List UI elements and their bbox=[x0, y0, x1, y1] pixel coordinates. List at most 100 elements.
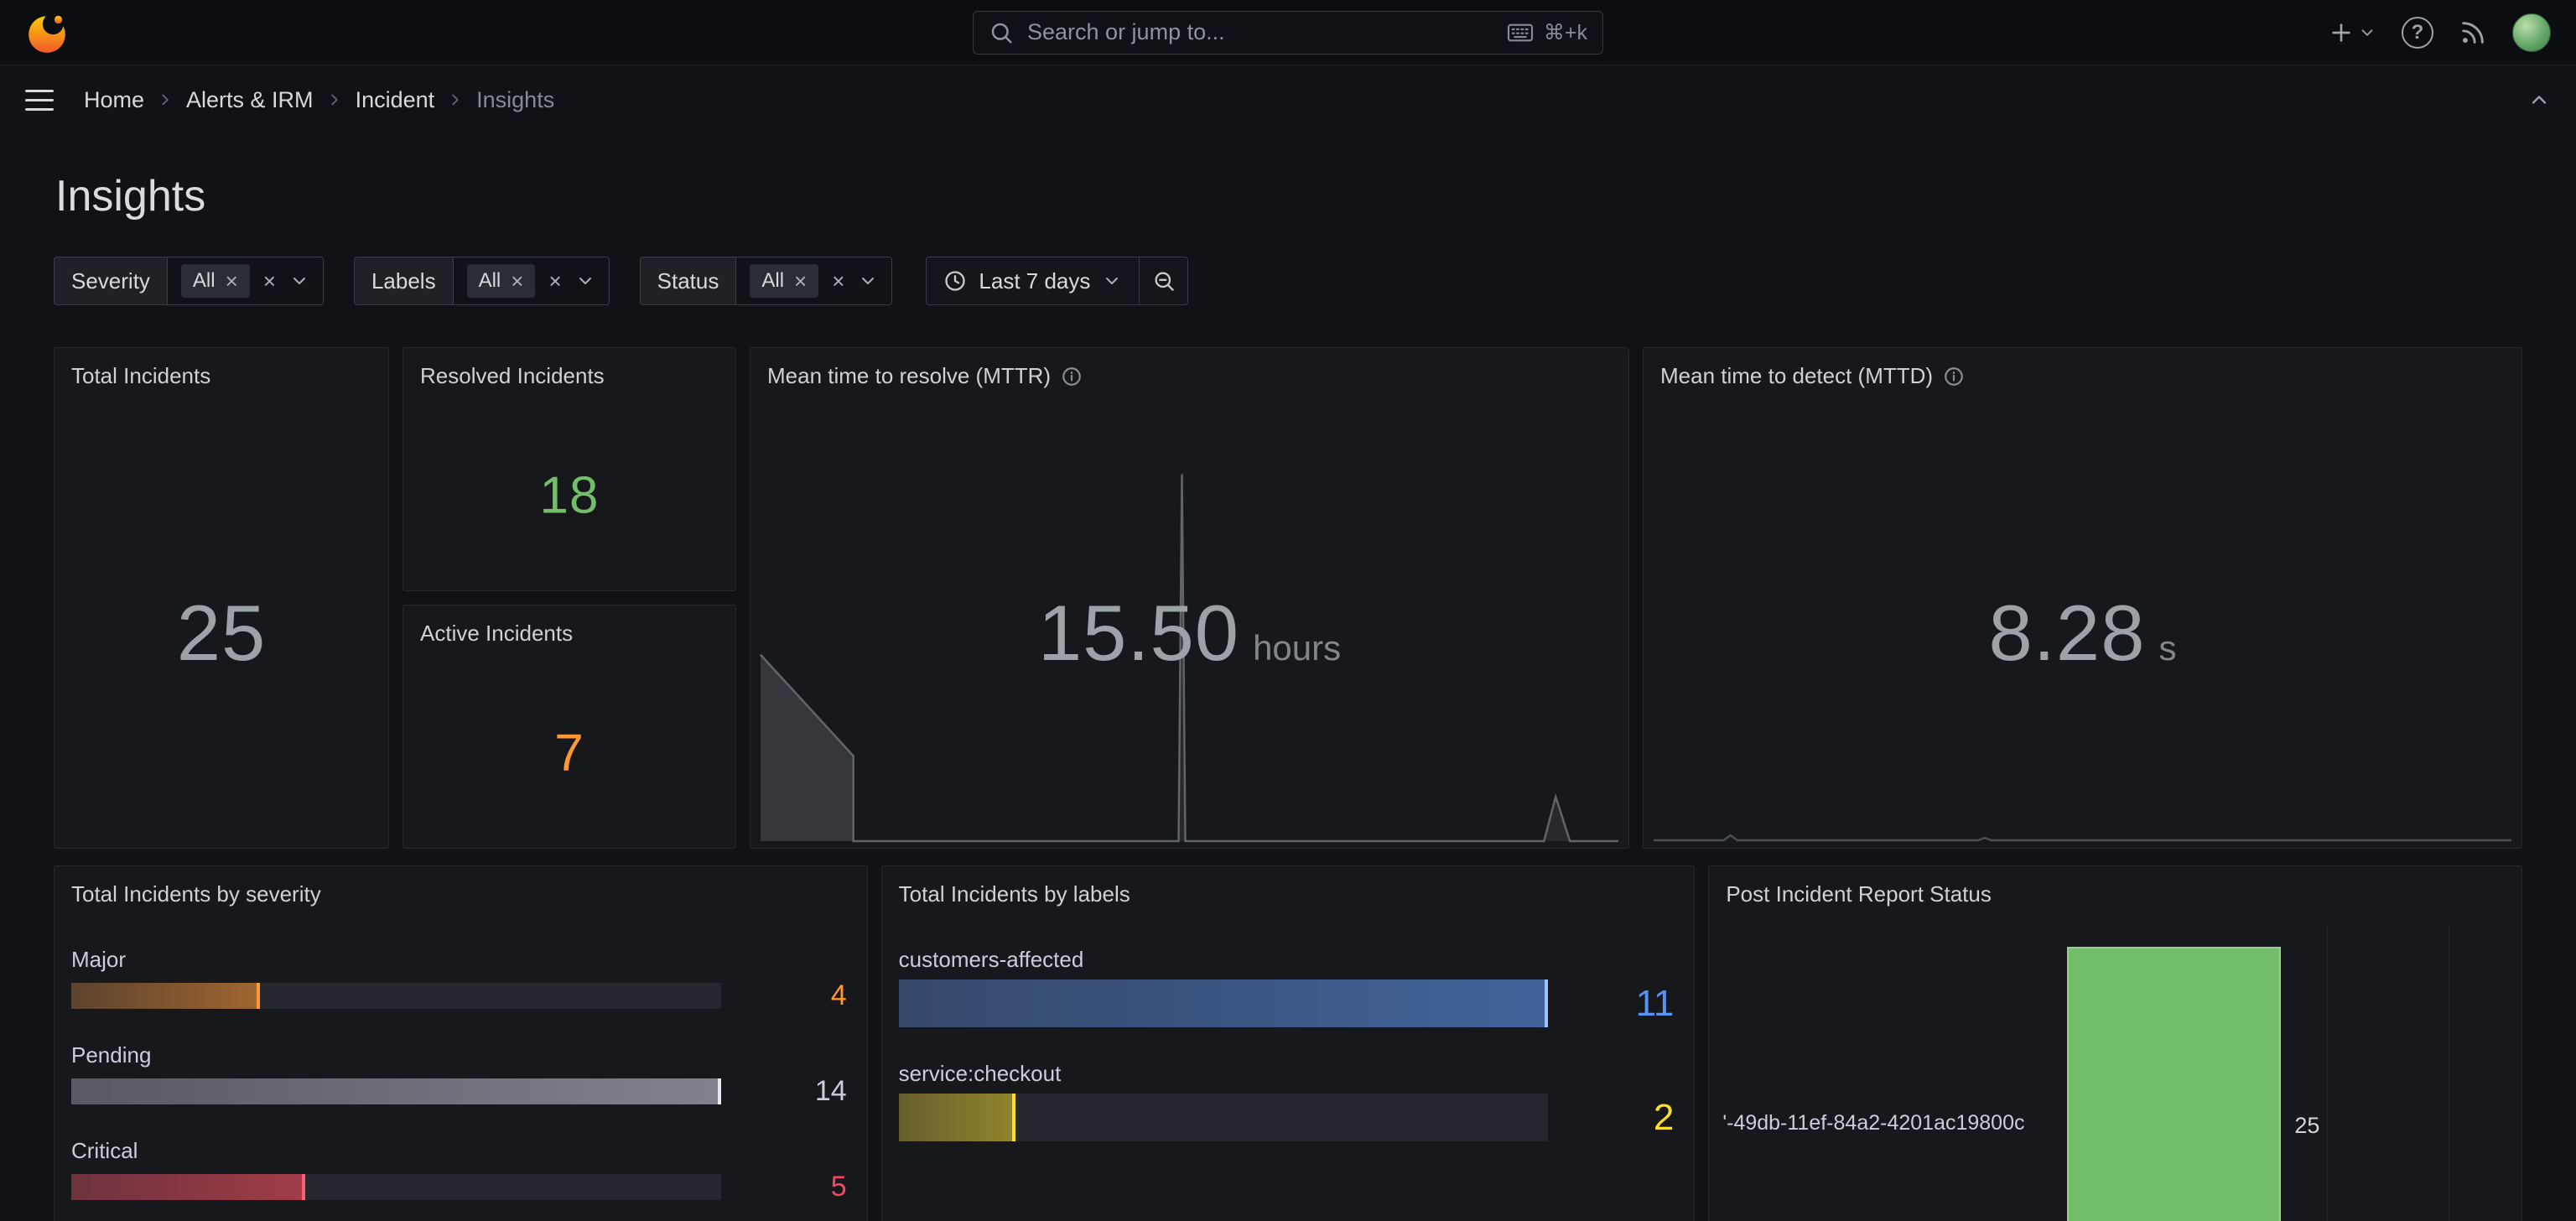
breadcrumb-alerts-irm[interactable]: Alerts & IRM bbox=[178, 87, 322, 113]
panel-title: Mean time to detect (MTTD) bbox=[1660, 363, 1933, 389]
gauge-label: customers-affected bbox=[899, 947, 1675, 972]
report-category-label: '-49db-11ef-84a2-4201ac19800c bbox=[1722, 1111, 2024, 1135]
filter-severity-label: Severity bbox=[54, 257, 168, 305]
breadcrumb-incident[interactable]: Incident bbox=[347, 87, 444, 113]
report-bar bbox=[2067, 947, 2281, 1221]
user-avatar[interactable] bbox=[2512, 13, 2551, 52]
new-button[interactable] bbox=[2328, 19, 2376, 46]
filter-labels-chip[interactable]: All × bbox=[467, 264, 536, 298]
report-bar-value: 25 bbox=[2294, 1113, 2319, 1139]
search-input[interactable]: Search or jump to... ⌘+k bbox=[973, 11, 1603, 55]
chevron-down-icon bbox=[2358, 23, 2376, 42]
filter-status: Status All × × bbox=[640, 257, 893, 305]
panel-active-incidents: Active Incidents 7 bbox=[402, 605, 736, 849]
gauge-fill bbox=[71, 983, 260, 1009]
chevron-down-icon[interactable] bbox=[575, 271, 595, 291]
stat-mttd-unit: s bbox=[2158, 628, 2176, 668]
search-shortcut: ⌘+k bbox=[1507, 19, 1587, 46]
filter-status-label: Status bbox=[640, 257, 737, 305]
help-button[interactable]: ? bbox=[2402, 17, 2433, 49]
panel-title: Total Incidents by labels bbox=[899, 881, 1130, 907]
close-icon[interactable]: × bbox=[511, 270, 523, 292]
filter-severity-value[interactable]: All × × bbox=[168, 257, 324, 305]
gauge-row-major: Major 4 bbox=[71, 947, 847, 1012]
panel-title: Resolved Incidents bbox=[420, 363, 605, 389]
gauge-value: 2 bbox=[1548, 1097, 1674, 1139]
search-placeholder: Search or jump to... bbox=[1027, 19, 1493, 45]
chevron-right-icon bbox=[446, 91, 465, 109]
gauge-value: 4 bbox=[721, 979, 847, 1012]
severity-gauge-list: Major 4 Pending 14 bbox=[71, 947, 847, 1221]
gauge-track bbox=[899, 1094, 1549, 1141]
filter-status-value[interactable]: All × × bbox=[736, 257, 892, 305]
gauge-track bbox=[71, 1078, 721, 1104]
topbar-actions: ? bbox=[2328, 13, 2551, 52]
close-icon[interactable]: × bbox=[794, 270, 807, 292]
panel-title: Post Incident Report Status bbox=[1726, 881, 1992, 907]
chevron-down-icon[interactable] bbox=[858, 271, 878, 291]
panel-title: Total Incidents bbox=[71, 363, 210, 389]
gauge-fill bbox=[71, 1078, 721, 1104]
news-rss-button[interactable] bbox=[2459, 18, 2487, 47]
gridline bbox=[2327, 925, 2328, 1221]
zoom-out-button[interactable] bbox=[1140, 257, 1188, 305]
grafana-logo[interactable] bbox=[25, 11, 69, 55]
stat-mttr-unit: hours bbox=[1253, 628, 1341, 668]
zoom-out-icon bbox=[1152, 269, 1176, 293]
gauge-value: 11 bbox=[1548, 983, 1674, 1025]
gauge-value: 5 bbox=[721, 1171, 847, 1203]
panel-title: Mean time to resolve (MTTR) bbox=[767, 363, 1051, 389]
time-range-button[interactable]: Last 7 days bbox=[926, 257, 1140, 305]
gauge-label: Pending bbox=[71, 1042, 847, 1068]
panel-title: Total Incidents by severity bbox=[71, 881, 321, 907]
gauge-label: service:checkout bbox=[899, 1061, 1675, 1086]
gauge-row-service-checkout: service:checkout 2 bbox=[899, 1061, 1675, 1141]
dashboard-content: Insights Severity All × × Labels All × × bbox=[0, 171, 2576, 1221]
gauge-label: Major bbox=[71, 947, 847, 972]
filter-severity: Severity All × × bbox=[54, 257, 324, 305]
filter-labels: Labels All × × bbox=[354, 257, 610, 305]
info-icon[interactable] bbox=[1943, 366, 1965, 387]
panel-incidents-by-labels: Total Incidents by labels customers-affe… bbox=[881, 865, 1696, 1221]
panel-post-incident-report-status: Post Incident Report Status '-49db-11ef-… bbox=[1708, 865, 2522, 1221]
panel-title: Active Incidents bbox=[420, 621, 573, 647]
breadcrumb-home[interactable]: Home bbox=[75, 87, 153, 113]
filter-labels-value[interactable]: All × × bbox=[454, 257, 610, 305]
filter-row: Severity All × × Labels All × × bbox=[54, 257, 2522, 305]
breadcrumb-bar: Home Alerts & IRM Incident Insights bbox=[0, 65, 2576, 134]
chevron-up-icon[interactable] bbox=[2527, 88, 2551, 112]
stat-mttd-value: 8.28 bbox=[1989, 588, 2146, 678]
page-title: Insights bbox=[55, 171, 2522, 221]
gauge-fill bbox=[899, 1094, 1015, 1141]
gauge-track bbox=[899, 979, 1549, 1027]
filter-severity-chip[interactable]: All × bbox=[181, 264, 250, 298]
panel-mttr: Mean time to resolve (MTTR) 15.50 hours bbox=[750, 347, 1629, 849]
chevron-down-icon[interactable] bbox=[289, 271, 309, 291]
close-icon[interactable]: × bbox=[226, 270, 238, 292]
labels-gauge-list: customers-affected 11 service:checkout bbox=[899, 947, 1675, 1175]
filter-labels-label: Labels bbox=[354, 257, 454, 305]
chevron-right-icon bbox=[325, 91, 344, 109]
panel-total-incidents: Total Incidents 25 bbox=[54, 347, 389, 849]
gauge-row-customers-affected: customers-affected 11 bbox=[899, 947, 1675, 1027]
keyboard-icon bbox=[1507, 19, 1534, 46]
menu-toggle[interactable] bbox=[25, 90, 54, 111]
stat-active-incidents: 7 bbox=[554, 724, 584, 783]
clear-icon[interactable]: × bbox=[263, 270, 276, 292]
breadcrumb: Home Alerts & IRM Incident Insights bbox=[75, 87, 563, 113]
clear-icon[interactable]: × bbox=[832, 270, 844, 292]
clear-icon[interactable]: × bbox=[548, 270, 561, 292]
chevron-down-icon bbox=[1102, 271, 1122, 291]
search-icon bbox=[989, 20, 1014, 45]
filter-status-chip[interactable]: All × bbox=[750, 264, 818, 298]
chevron-right-icon bbox=[156, 91, 174, 109]
gauge-row-pending: Pending 14 bbox=[71, 1042, 847, 1108]
breadcrumb-insights: Insights bbox=[468, 87, 563, 113]
panel-resolved-incidents: Resolved Incidents 18 bbox=[402, 347, 736, 591]
gauge-track bbox=[71, 1174, 721, 1200]
info-icon[interactable] bbox=[1061, 366, 1083, 387]
gauge-row-critical: Critical 5 bbox=[71, 1138, 847, 1203]
gauge-track bbox=[71, 983, 721, 1009]
panel-row-2: Total Incidents by severity Major 4 Pend… bbox=[54, 865, 2522, 1221]
rss-icon bbox=[2459, 18, 2487, 47]
